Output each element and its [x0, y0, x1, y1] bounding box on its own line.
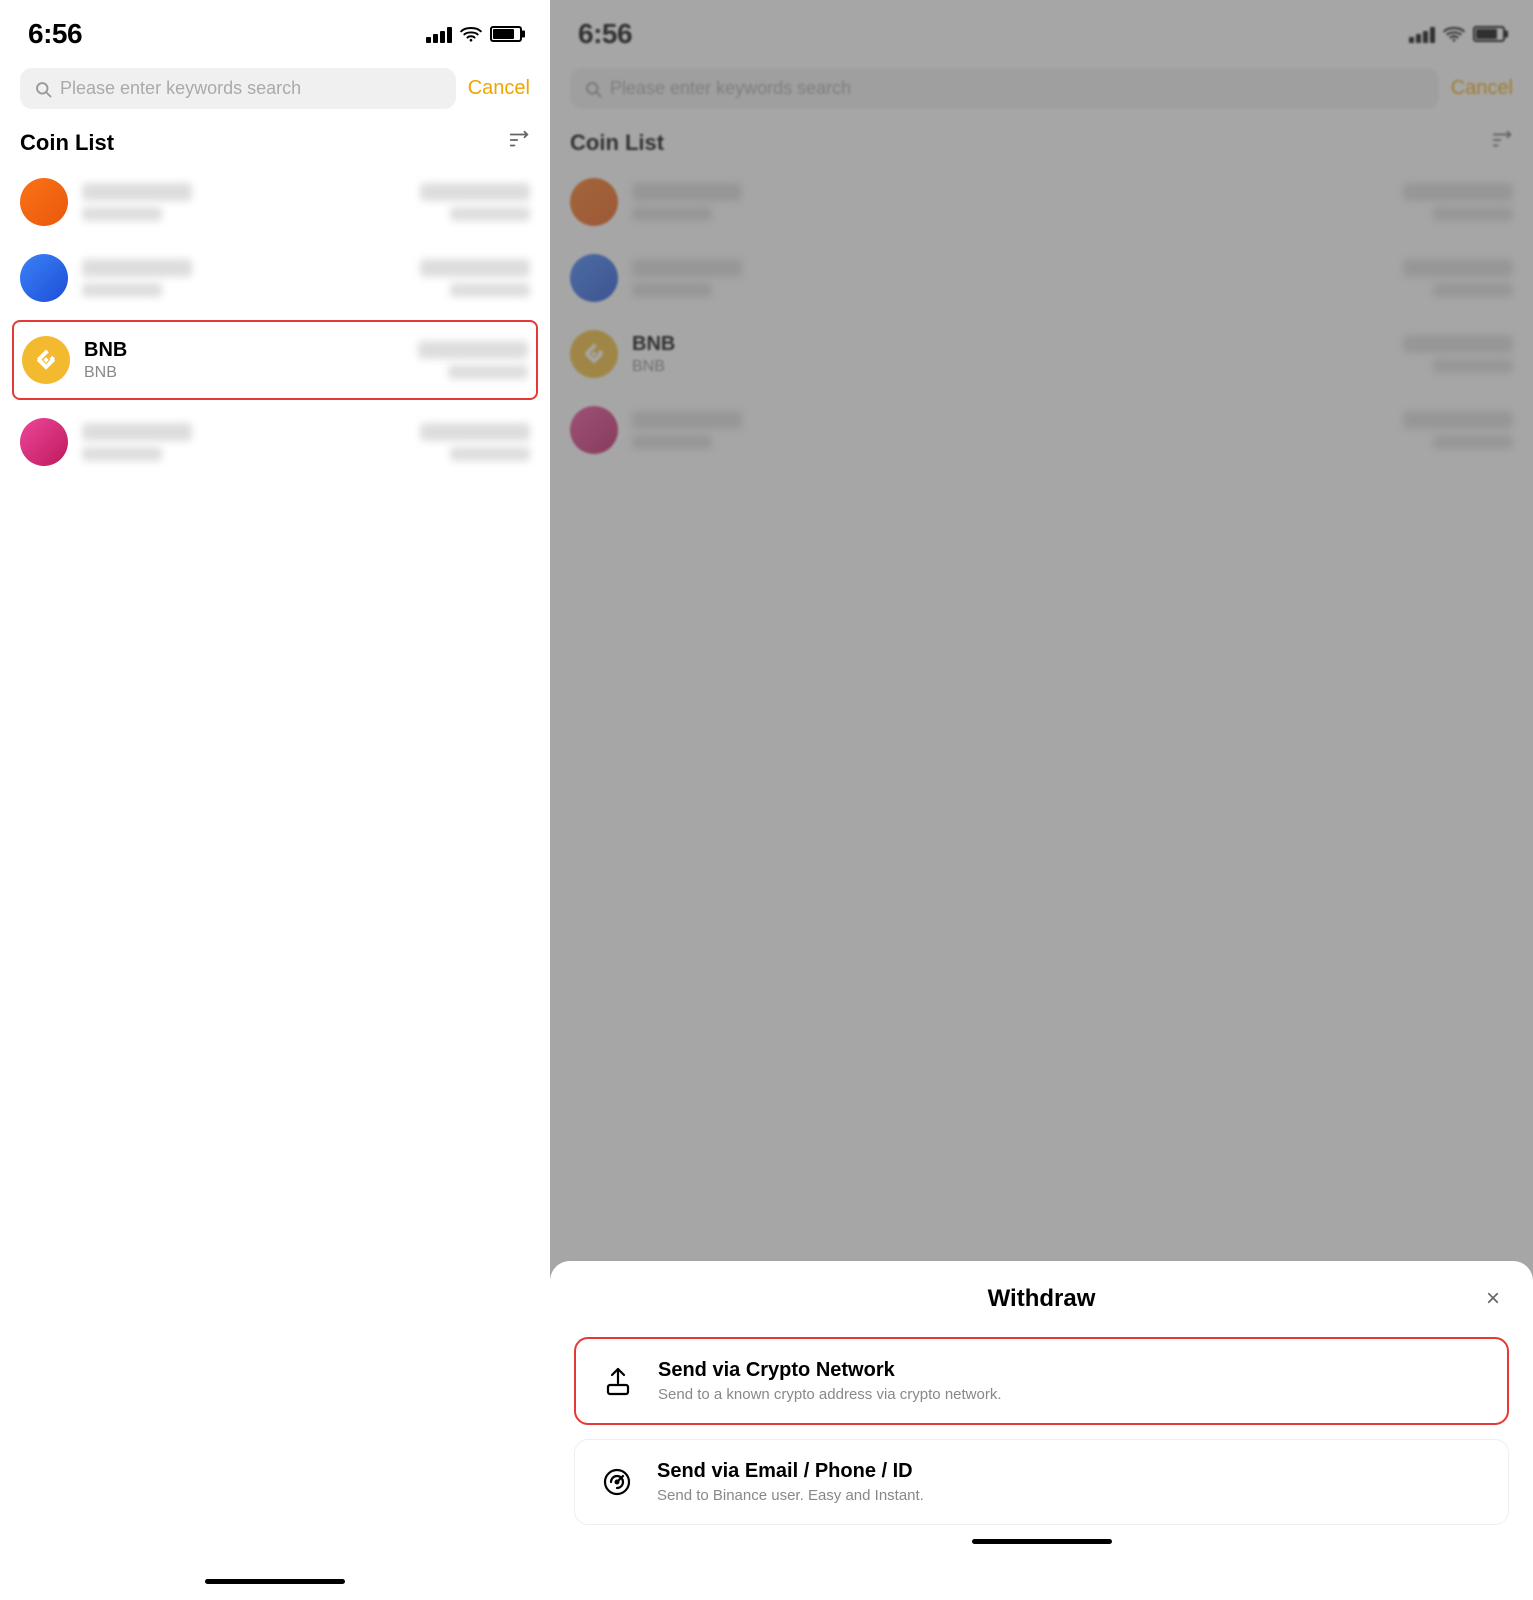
left-search-container: Please enter keywords search Cancel: [0, 60, 550, 117]
coin-logo-orange: [20, 178, 68, 226]
list-item[interactable]: [0, 404, 550, 480]
right-phone-panel: 6:56: [550, 0, 1533, 1600]
withdraw-modal: Withdraw × Send via Crypto Network Send …: [550, 1261, 1533, 1600]
sort-icon[interactable]: [508, 129, 530, 156]
coin-info-4: [82, 423, 406, 461]
left-search-bar[interactable]: Please enter keywords search: [20, 68, 456, 109]
coin-value-4: [420, 423, 530, 461]
coin-logo-pink: [20, 418, 68, 466]
coin-val2-blurred-2: [450, 283, 530, 297]
left-status-icons: [426, 25, 522, 43]
crypto-network-text: Send via Crypto Network Send to a known …: [658, 1359, 1487, 1403]
email-phone-text: Send via Email / Phone / ID Send to Bina…: [657, 1460, 1488, 1504]
coin-info-1: [82, 183, 406, 221]
list-item[interactable]: [0, 240, 550, 316]
email-phone-title: Send via Email / Phone / ID: [657, 1460, 1488, 1483]
bnb-val2-blurred: [448, 365, 528, 379]
signal-bar-1: [426, 37, 431, 43]
modal-close-button[interactable]: ×: [1477, 1283, 1509, 1315]
coin-info-2: [82, 259, 406, 297]
crypto-network-title: Send via Crypto Network: [658, 1359, 1487, 1382]
email-phone-icon: [595, 1460, 639, 1504]
signal-bar-4: [447, 27, 452, 43]
modal-title: Withdraw: [988, 1285, 1096, 1313]
left-status-bar: 6:56: [0, 0, 550, 60]
coin-value-2: [420, 259, 530, 297]
coin-val2-blurred-1: [450, 207, 530, 221]
bnb-name: BNB: [84, 339, 404, 362]
list-item[interactable]: [0, 164, 550, 240]
signal-bar-3: [440, 31, 445, 43]
coin-value-1: [420, 183, 530, 221]
bnb-value: [418, 341, 528, 379]
bnb-coin-info: BNB BNB: [84, 339, 404, 382]
bnb-symbol: BNB: [84, 364, 404, 382]
coin-name-blurred-4: [82, 423, 192, 441]
signal-icon: [426, 25, 452, 43]
coin-logo-blue: [20, 254, 68, 302]
left-search-placeholder: Please enter keywords search: [60, 78, 442, 99]
bnb-logo: [22, 336, 70, 384]
modal-header: Withdraw ×: [574, 1285, 1509, 1313]
coin-val-blurred-4: [420, 423, 530, 441]
send-email-phone-option[interactable]: Send via Email / Phone / ID Send to Bina…: [574, 1439, 1509, 1525]
crypto-network-desc: Send to a known crypto address via crypt…: [658, 1386, 1487, 1403]
signal-bar-2: [433, 34, 438, 43]
left-home-indicator: [205, 1579, 345, 1584]
battery-fill: [493, 29, 514, 39]
left-coin-list-title: Coin List: [20, 130, 114, 156]
wifi-icon: [460, 26, 482, 42]
coin-val-blurred-1: [420, 183, 530, 201]
coin-symbol-blurred-2: [82, 283, 162, 297]
email-phone-desc: Send to Binance user. Easy and Instant.: [657, 1487, 1488, 1504]
left-cancel-button[interactable]: Cancel: [468, 77, 530, 100]
coin-symbol-blurred-1: [82, 207, 162, 221]
left-coin-list-header: Coin List: [0, 117, 550, 164]
battery-icon: [490, 26, 522, 42]
coin-symbol-blurred-4: [82, 447, 162, 461]
left-coin-list: BNB BNB: [0, 164, 550, 1569]
search-icon: [34, 80, 52, 98]
bnb-val-blurred: [418, 341, 528, 359]
right-home-indicator: [972, 1539, 1112, 1544]
bnb-list-item[interactable]: BNB BNB: [12, 320, 538, 400]
coin-name-blurred-2: [82, 259, 192, 277]
send-crypto-network-option[interactable]: Send via Crypto Network Send to a known …: [574, 1337, 1509, 1425]
coin-name-blurred-1: [82, 183, 192, 201]
coin-val-blurred-2: [420, 259, 530, 277]
left-phone-panel: 6:56 Please en: [0, 0, 550, 1600]
crypto-network-icon: [596, 1359, 640, 1403]
left-status-time: 6:56: [28, 18, 82, 50]
coin-val2-blurred-4: [450, 447, 530, 461]
